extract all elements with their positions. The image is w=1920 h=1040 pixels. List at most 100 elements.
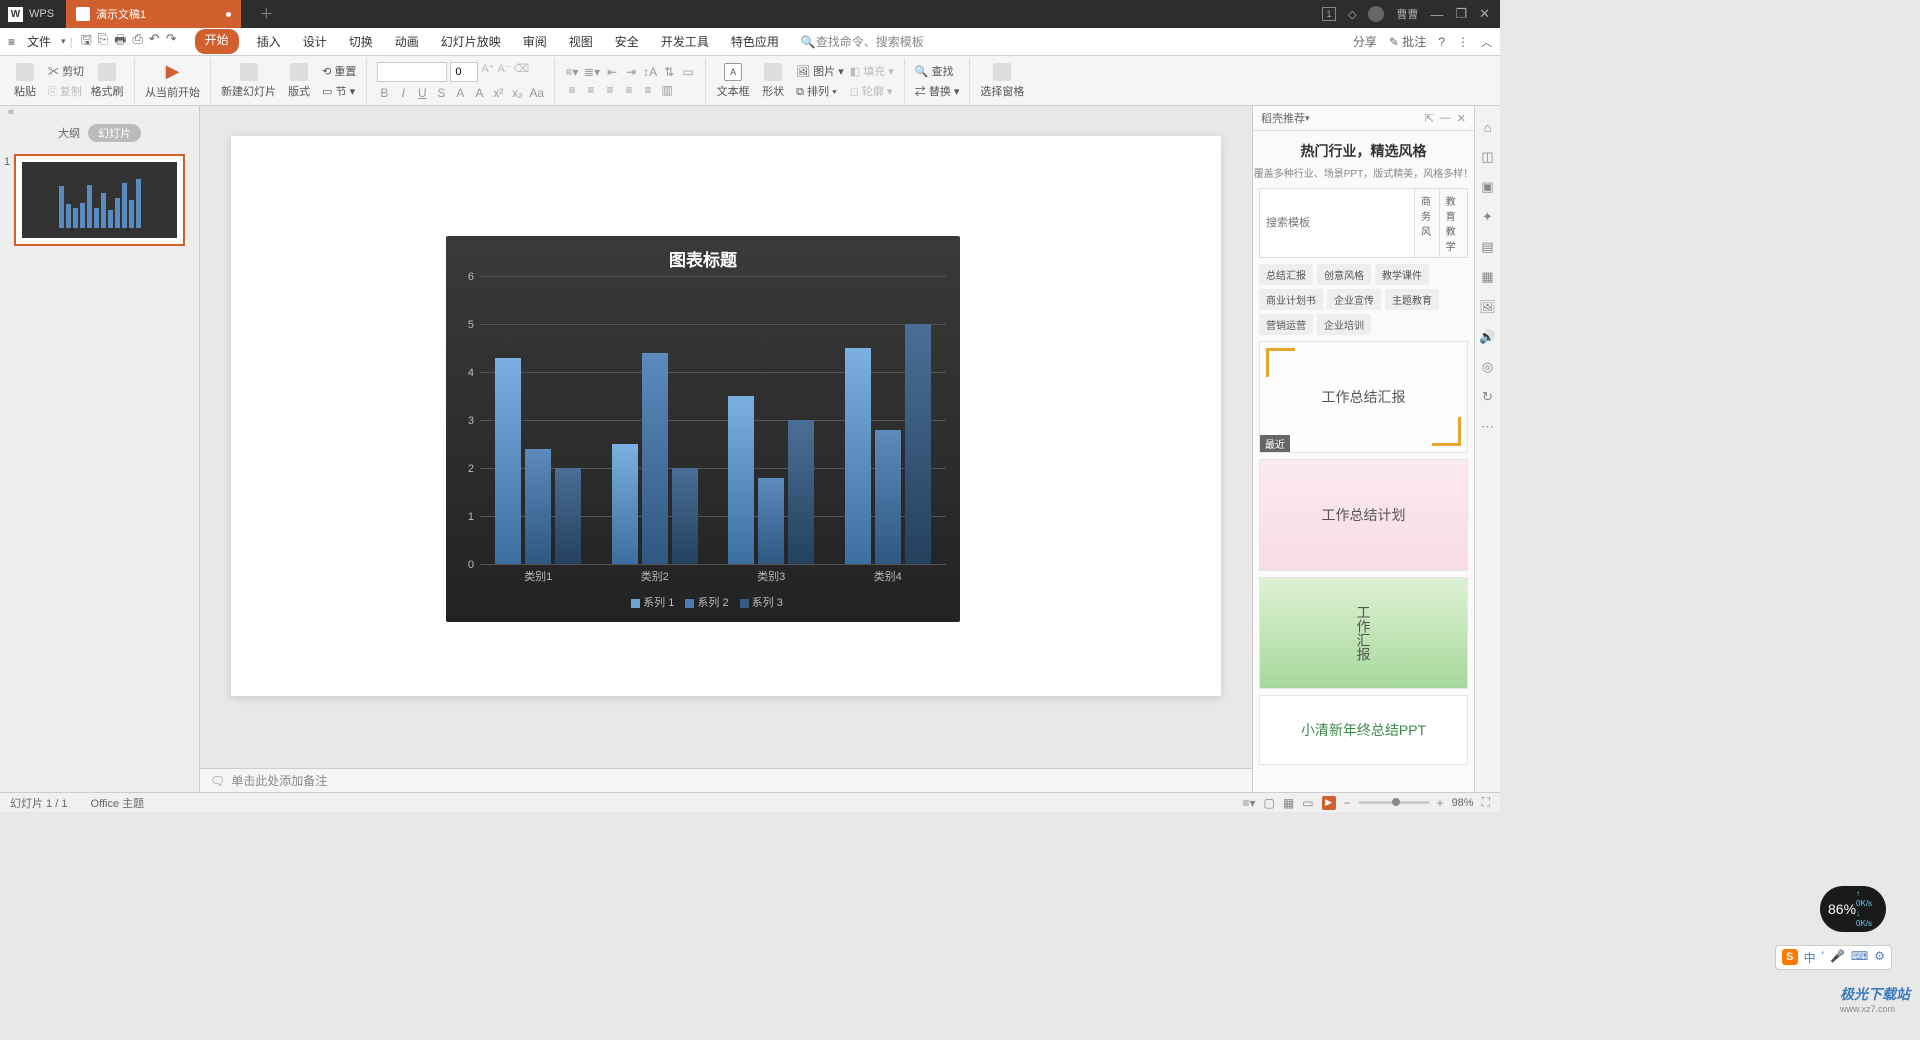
- shape-button[interactable]: 形状: [756, 63, 790, 99]
- bold-icon[interactable]: B: [377, 86, 391, 100]
- speed-widget[interactable]: 86% ↑ 0K/s ↓ 0K/s: [1820, 886, 1886, 932]
- minimize-button[interactable]: —: [1430, 7, 1443, 22]
- rail-chart-icon[interactable]: ▤: [1481, 239, 1493, 255]
- tab-insert[interactable]: 插入: [253, 29, 285, 54]
- panel-pop-icon[interactable]: ⇱: [1425, 112, 1434, 125]
- template-item-1[interactable]: 工作总结汇报 最近: [1259, 341, 1468, 453]
- format-painter-button[interactable]: 格式刷: [90, 63, 124, 99]
- slide-thumbnail-1[interactable]: 1: [14, 154, 185, 246]
- ime-settings-icon[interactable]: ⚙: [1874, 949, 1885, 966]
- subscript-icon[interactable]: x₂: [510, 86, 524, 100]
- tab-devtools[interactable]: 开发工具: [657, 29, 713, 54]
- replace-button[interactable]: ⇄ 替换 ▾: [915, 83, 960, 99]
- save-icon[interactable]: 🖫: [81, 31, 92, 53]
- template-tag[interactable]: 主题教育: [1385, 289, 1439, 310]
- template-tag[interactable]: 企业培训: [1317, 314, 1371, 335]
- open-icon[interactable]: ⎘: [98, 31, 108, 53]
- decrease-font-icon[interactable]: A⁻: [498, 62, 511, 82]
- font-color-icon[interactable]: A: [453, 86, 467, 100]
- play-from-current-button[interactable]: ▶从当前开始: [145, 61, 200, 100]
- print-preview-icon[interactable]: ⎙: [132, 31, 142, 53]
- tab-security[interactable]: 安全: [611, 29, 643, 54]
- tab-home[interactable]: 开始: [195, 29, 239, 54]
- slide-1[interactable]: 图表标题 0123456 类别1类别2类别3类别4 系列 1 系列 2 系列 3: [231, 136, 1221, 696]
- user-avatar-icon[interactable]: [1368, 6, 1384, 22]
- slides-tab[interactable]: 幻灯片: [88, 124, 141, 142]
- zoom-slider[interactable]: [1359, 801, 1429, 804]
- highlight-icon[interactable]: A: [472, 86, 486, 100]
- underline-icon[interactable]: U: [415, 86, 429, 100]
- align-text-icon[interactable]: ▭: [681, 65, 695, 79]
- reset-button[interactable]: ⟲ 重置: [322, 63, 356, 79]
- template-item-4[interactable]: 小清新年终总结PPT: [1259, 695, 1468, 765]
- skin-icon[interactable]: ◇: [1348, 8, 1356, 21]
- tab-special[interactable]: 特色应用: [727, 29, 783, 54]
- template-item-2[interactable]: 工作总结计划: [1259, 459, 1468, 571]
- tab-transition[interactable]: 切换: [345, 29, 377, 54]
- increase-indent-icon[interactable]: ⇥: [624, 65, 638, 79]
- rail-template-icon[interactable]: ◫: [1481, 149, 1493, 165]
- slideshow-button[interactable]: ▶: [1322, 796, 1336, 810]
- find-button[interactable]: 🔍 查找: [915, 63, 960, 79]
- share-button[interactable]: 分享: [1353, 33, 1377, 50]
- change-case-icon[interactable]: Aa: [529, 86, 544, 100]
- file-menu[interactable]: 文件: [21, 31, 57, 52]
- decrease-indent-icon[interactable]: ⇤: [605, 65, 619, 79]
- zoom-in-button[interactable]: +: [1437, 796, 1444, 810]
- tab-slideshow[interactable]: 幻灯片放映: [437, 29, 505, 54]
- ime-punct-icon[interactable]: ': [1822, 949, 1824, 966]
- align-center-icon[interactable]: ≡: [584, 83, 598, 97]
- superscript-icon[interactable]: x²: [491, 86, 505, 100]
- template-search-input[interactable]: [1260, 189, 1414, 257]
- font-size-input[interactable]: [450, 62, 478, 82]
- ime-toolbar[interactable]: S 中 ' 🎤 ⌨ ⚙: [1775, 945, 1892, 970]
- notification-badge[interactable]: 1: [1322, 7, 1336, 21]
- reading-view-icon[interactable]: ▭: [1302, 796, 1313, 810]
- align-left-icon[interactable]: ≡: [565, 83, 579, 97]
- fill-button[interactable]: ◧ 填充 ▾: [850, 63, 894, 79]
- redo-icon[interactable]: ↷: [166, 31, 177, 53]
- cut-button[interactable]: ✂ 剪切: [48, 63, 84, 79]
- template-item-3[interactable]: 工作汇报: [1259, 577, 1468, 689]
- textbox-button[interactable]: A文本框: [716, 63, 750, 99]
- sorter-view-icon[interactable]: ▦: [1283, 796, 1294, 810]
- user-name[interactable]: 曹曹: [1396, 6, 1418, 22]
- picture-button[interactable]: 🖼 图片 ▾: [796, 63, 844, 79]
- hamburger-icon[interactable]: ≡: [8, 35, 15, 49]
- normal-view-icon[interactable]: ▢: [1264, 796, 1275, 810]
- file-menu-chevron-icon[interactable]: ▾: [61, 36, 66, 47]
- bullets-icon[interactable]: ≡▾: [565, 65, 579, 79]
- hot-keyword-2[interactable]: 教育教学: [1439, 189, 1467, 257]
- new-slide-button[interactable]: 新建幻灯片: [221, 63, 276, 99]
- text-direction-icon[interactable]: ⇅: [662, 65, 676, 79]
- tab-view[interactable]: 视图: [565, 29, 597, 54]
- zoom-out-button[interactable]: −: [1344, 796, 1351, 810]
- rail-more-icon[interactable]: ⋯: [1481, 419, 1494, 435]
- numbering-icon[interactable]: ≣▾: [584, 65, 600, 79]
- template-tag[interactable]: 商业计划书: [1259, 289, 1323, 310]
- line-spacing-icon[interactable]: ↕A: [643, 65, 657, 79]
- paste-button[interactable]: 粘贴: [8, 63, 42, 99]
- command-search[interactable]: 🔍 查找命令、搜索模板: [801, 33, 924, 50]
- zoom-value[interactable]: 98%: [1452, 797, 1474, 809]
- hot-keyword-1[interactable]: 商务风: [1414, 189, 1439, 257]
- ime-lang[interactable]: 中: [1804, 949, 1816, 966]
- columns-icon[interactable]: ▥: [660, 83, 674, 97]
- rail-audio-icon[interactable]: 🔊: [1479, 329, 1495, 345]
- strikethrough-icon[interactable]: S: [434, 86, 448, 100]
- notes-bar[interactable]: 🗨 单击此处添加备注: [200, 768, 1252, 792]
- outline-button[interactable]: ◻ 轮廓 ▾: [850, 83, 894, 99]
- undo-icon[interactable]: ↶: [149, 31, 160, 53]
- copy-button[interactable]: ⎘ 复制: [48, 83, 84, 99]
- fit-window-icon[interactable]: ⛶: [1482, 795, 1490, 810]
- template-tag[interactable]: 总结汇报: [1259, 264, 1313, 285]
- notes-view-icon[interactable]: ≡▾: [1242, 796, 1255, 810]
- template-tag[interactable]: 教学课件: [1375, 264, 1429, 285]
- italic-icon[interactable]: I: [396, 86, 410, 100]
- justify-icon[interactable]: ≡: [622, 83, 636, 97]
- close-button[interactable]: ✕: [1479, 6, 1490, 22]
- distribute-icon[interactable]: ≡: [641, 83, 655, 97]
- ime-mic-icon[interactable]: 🎤: [1830, 949, 1845, 966]
- document-tab[interactable]: 演示文稿1: [66, 0, 241, 28]
- arrange-button[interactable]: ⧉ 排列 ▾: [796, 83, 844, 99]
